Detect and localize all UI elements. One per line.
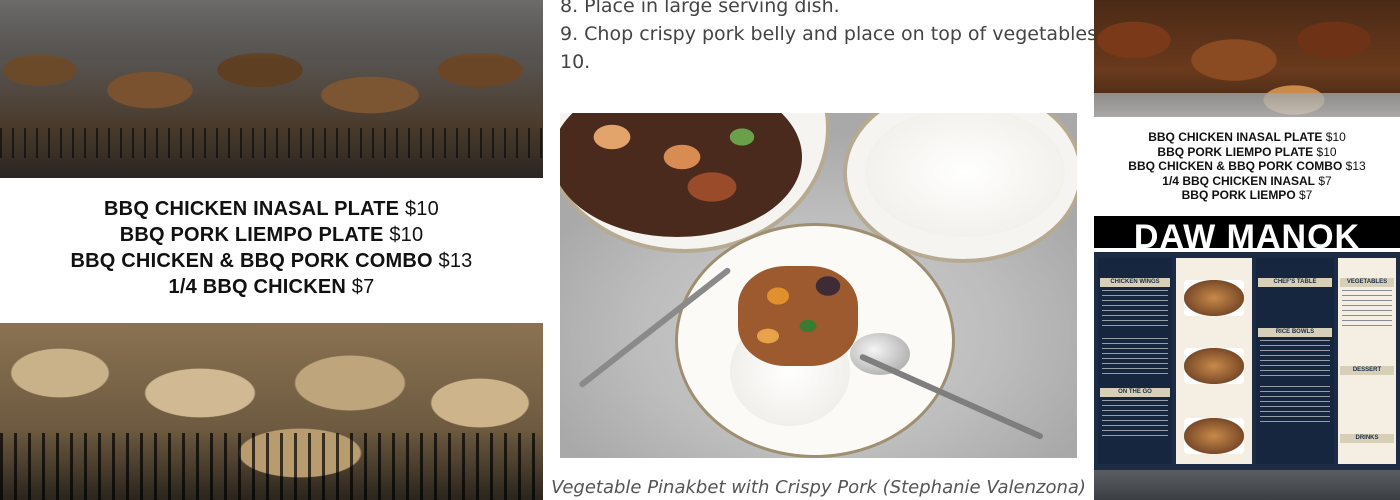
- recipe-steps: 8. Place in large serving dish. 9. Chop …: [560, 0, 1097, 76]
- board-panel: [1176, 258, 1252, 464]
- article-column: 8. Place in large serving dish. 9. Chop …: [543, 0, 1097, 500]
- menu-item-name: BBQ PORK LIEMPO PLATE: [1157, 144, 1314, 159]
- menu-item-name: 1/4 BBQ CHICKEN: [168, 276, 347, 298]
- left-column: BBQ CHICKEN INASAL PLATE $10 BBQ PORK LI…: [0, 0, 543, 500]
- banner-title: DAW MANOK: [1133, 218, 1361, 248]
- menu-item-name: BBQ CHICKEN & BBQ PORK COMBO: [1128, 159, 1343, 174]
- stew-contents: [560, 113, 802, 237]
- roast-chicken-photo: [1094, 0, 1400, 117]
- right-menu-list: BBQ CHICKEN INASAL PLATE $10 BBQ PORK LI…: [1094, 130, 1400, 203]
- menu-item: 1/4 BBQ CHICKEN $7: [0, 274, 543, 300]
- board-panel: CHICKEN WINGS ON THE GO: [1098, 258, 1172, 464]
- menu-item: BBQ CHICKEN INASAL PLATE $10: [1094, 130, 1400, 145]
- recipe-step: 8. Place in large serving dish.: [560, 0, 840, 17]
- metal-tray: [1094, 93, 1400, 117]
- menu-item: BBQ PORK LIEMPO PLATE $10: [1094, 145, 1400, 160]
- board-section-header: CHICKEN WINGS: [1100, 278, 1170, 287]
- board-panel: CHEF'S TABLE RICE BOWLS: [1256, 258, 1334, 464]
- menu-item-price: $7: [351, 276, 375, 298]
- board-item-lines: [1102, 290, 1168, 330]
- recipe-step: 9. Chop crispy pork belly and place on t…: [560, 23, 1097, 45]
- menu-board-photo: CHICKEN WINGS ON THE GO CHEF'S TABLE RIC…: [1094, 252, 1400, 470]
- board-panel: VEGETABLES DESSERT DRINKS: [1338, 258, 1396, 464]
- menu-item-price: $13: [1345, 159, 1366, 174]
- table-surface: [1094, 470, 1400, 500]
- board-item-lines: [1260, 340, 1330, 380]
- menu-item: BBQ PORK LIEMPO $7: [1094, 188, 1400, 203]
- menu-item-price: $7: [1299, 188, 1313, 203]
- menu-item-price: $13: [438, 250, 473, 272]
- food-thumbnail: [1184, 418, 1244, 454]
- board-item-lines: [1260, 386, 1330, 426]
- menu-item-name: BBQ PORK LIEMPO: [1181, 188, 1296, 203]
- menu-item-name: BBQ PORK LIEMPO PLATE: [119, 224, 384, 246]
- right-column: BBQ CHICKEN INASAL PLATE $10 BBQ PORK LI…: [1094, 0, 1400, 500]
- smoke-overlay: [0, 0, 543, 60]
- menu-item-name: 1/4 BBQ CHICKEN INASAL: [1162, 173, 1315, 188]
- grilled-pork-photo: [0, 323, 543, 500]
- plate-vegetables: [738, 266, 858, 366]
- menu-item-price: $10: [404, 198, 439, 220]
- menu-item: BBQ CHICKEN & BBQ PORK COMBO $13: [0, 248, 543, 274]
- menu-item-name: BBQ CHICKEN INASAL PLATE: [1148, 130, 1323, 144]
- food-thumbnail: [1184, 280, 1244, 316]
- menu-item-name: BBQ CHICKEN INASAL PLATE: [104, 198, 400, 220]
- serving-plate: [675, 223, 955, 458]
- grilled-chicken-photo: [0, 0, 543, 178]
- board-section-header: VEGETABLES: [1340, 278, 1394, 287]
- pinakbet-photo[interactable]: [560, 113, 1077, 458]
- menu-item: BBQ PORK LIEMPO PLATE $10: [0, 222, 543, 248]
- board-section-header: RICE BOWLS: [1258, 328, 1332, 337]
- menu-item-price: $7: [1318, 173, 1332, 188]
- board-section-header: CHEF'S TABLE: [1258, 278, 1332, 287]
- board-section-header: DESSERT: [1340, 366, 1394, 375]
- rice-contents: [865, 113, 1065, 237]
- board-section-header: ON THE GO: [1100, 388, 1170, 397]
- restaurant-banner: DAW MANOK: [1094, 216, 1400, 248]
- menu-item: BBQ CHICKEN INASAL PLATE $10: [0, 196, 543, 222]
- menu-item-price: $10: [389, 224, 424, 246]
- menu-item-price: $10: [1316, 144, 1337, 159]
- menu-item-price: $10: [1325, 130, 1346, 144]
- photo-caption: Vegetable Pinakbet with Crispy Pork (Ste…: [551, 477, 1086, 498]
- menu-item: BBQ CHICKEN & BBQ PORK COMBO $13: [1094, 159, 1400, 174]
- menu-item-name: BBQ CHICKEN & BBQ PORK COMBO: [70, 250, 433, 272]
- recipe-step: 10.: [560, 51, 591, 73]
- left-menu-list: BBQ CHICKEN INASAL PLATE $10 BBQ PORK LI…: [0, 196, 543, 300]
- food-thumbnail: [1184, 348, 1244, 384]
- board-item-lines: [1102, 400, 1168, 440]
- board-section-header: DRINKS: [1340, 434, 1394, 443]
- menu-item: 1/4 BBQ CHICKEN INASAL $7: [1094, 174, 1400, 189]
- board-item-lines: [1102, 338, 1168, 378]
- spoon-head: [850, 333, 910, 375]
- board-item-lines: [1342, 290, 1392, 330]
